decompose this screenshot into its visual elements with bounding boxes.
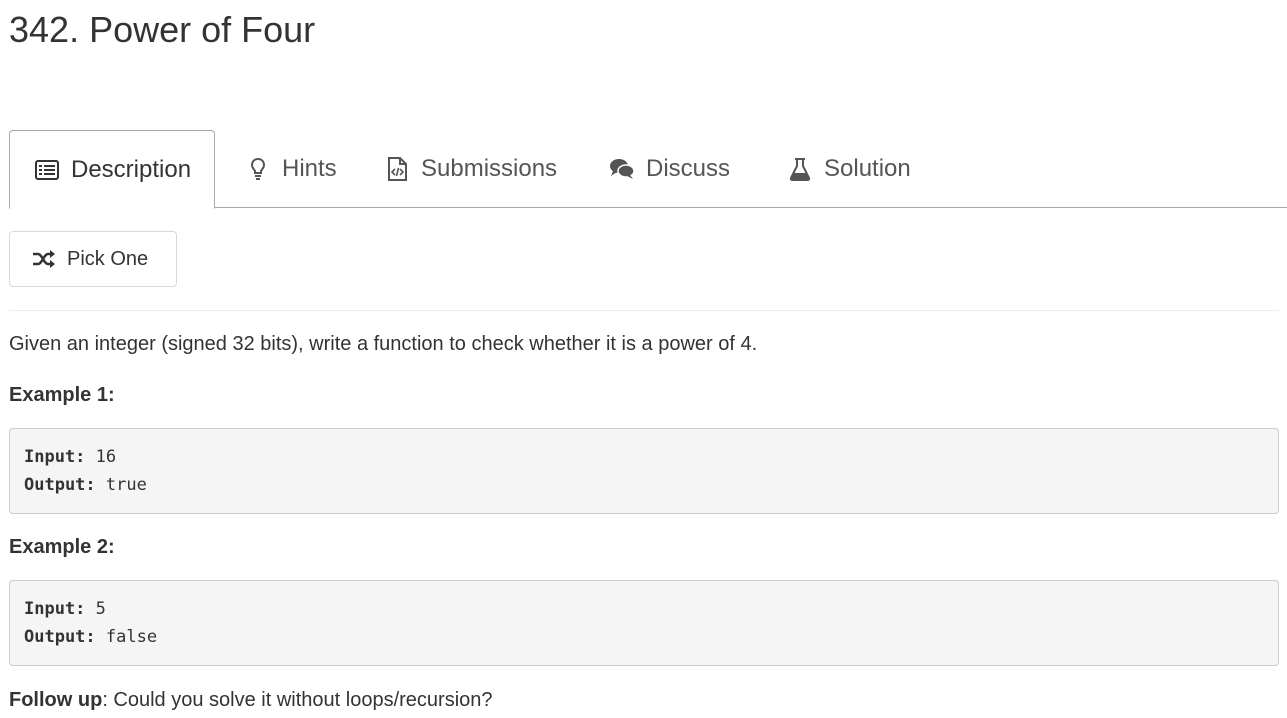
tab-hints[interactable]: Hints [245,130,337,208]
description-icon [34,157,60,183]
example-2-code-block: Input: 5 Output: false [9,580,1279,666]
tab-label: Solution [824,155,911,182]
problem-page: 342. Power of Four Description Hints Sub… [0,0,1287,718]
example-2-input-line: Input: 5 [24,595,1264,623]
page-title: 342. Power of Four [9,9,316,50]
input-value: 5 [85,599,106,619]
tab-label: Discuss [646,155,731,182]
comments-icon [609,156,635,182]
input-label: Input: [24,599,86,619]
tab-label: Description [71,155,192,183]
divider [9,310,1279,311]
example-1-output-line: Output: true [24,471,1264,499]
tab-label: Hints [282,155,337,182]
tab-label: Submissions [421,155,558,182]
follow-up: Follow up: Could you solve it without lo… [9,688,493,712]
output-value: true [95,475,147,495]
example-2-output-line: Output: false [24,623,1264,651]
output-value: false [95,627,158,647]
example-2-heading: Example 2: [9,536,115,558]
tab-description[interactable]: Description [9,130,215,209]
tab-submissions[interactable]: Submissions [384,130,557,208]
tab-bar: Description Hints Submissions Discuss So… [9,130,1287,209]
input-label: Input: [24,447,86,467]
example-1-heading: Example 1: [9,384,115,406]
output-label: Output: [24,627,96,647]
flask-icon [787,156,813,182]
tab-solution[interactable]: Solution [787,130,911,208]
pick-one-label: Pick One [67,247,149,270]
pick-one-button[interactable]: Pick One [9,231,177,287]
code-file-icon [384,156,410,182]
example-1-input-line: Input: 16 [24,443,1264,471]
tab-discuss[interactable]: Discuss [609,130,730,208]
problem-description: Given an integer (signed 32 bits), write… [9,333,758,355]
lightbulb-icon [245,156,271,182]
shuffle-icon [32,247,56,271]
output-label: Output: [24,475,96,495]
input-value: 16 [85,447,117,467]
follow-up-label: Follow up [9,689,103,711]
example-1-code-block: Input: 16 Output: true [9,428,1279,514]
follow-up-text: : Could you solve it without loops/recur… [102,689,493,711]
